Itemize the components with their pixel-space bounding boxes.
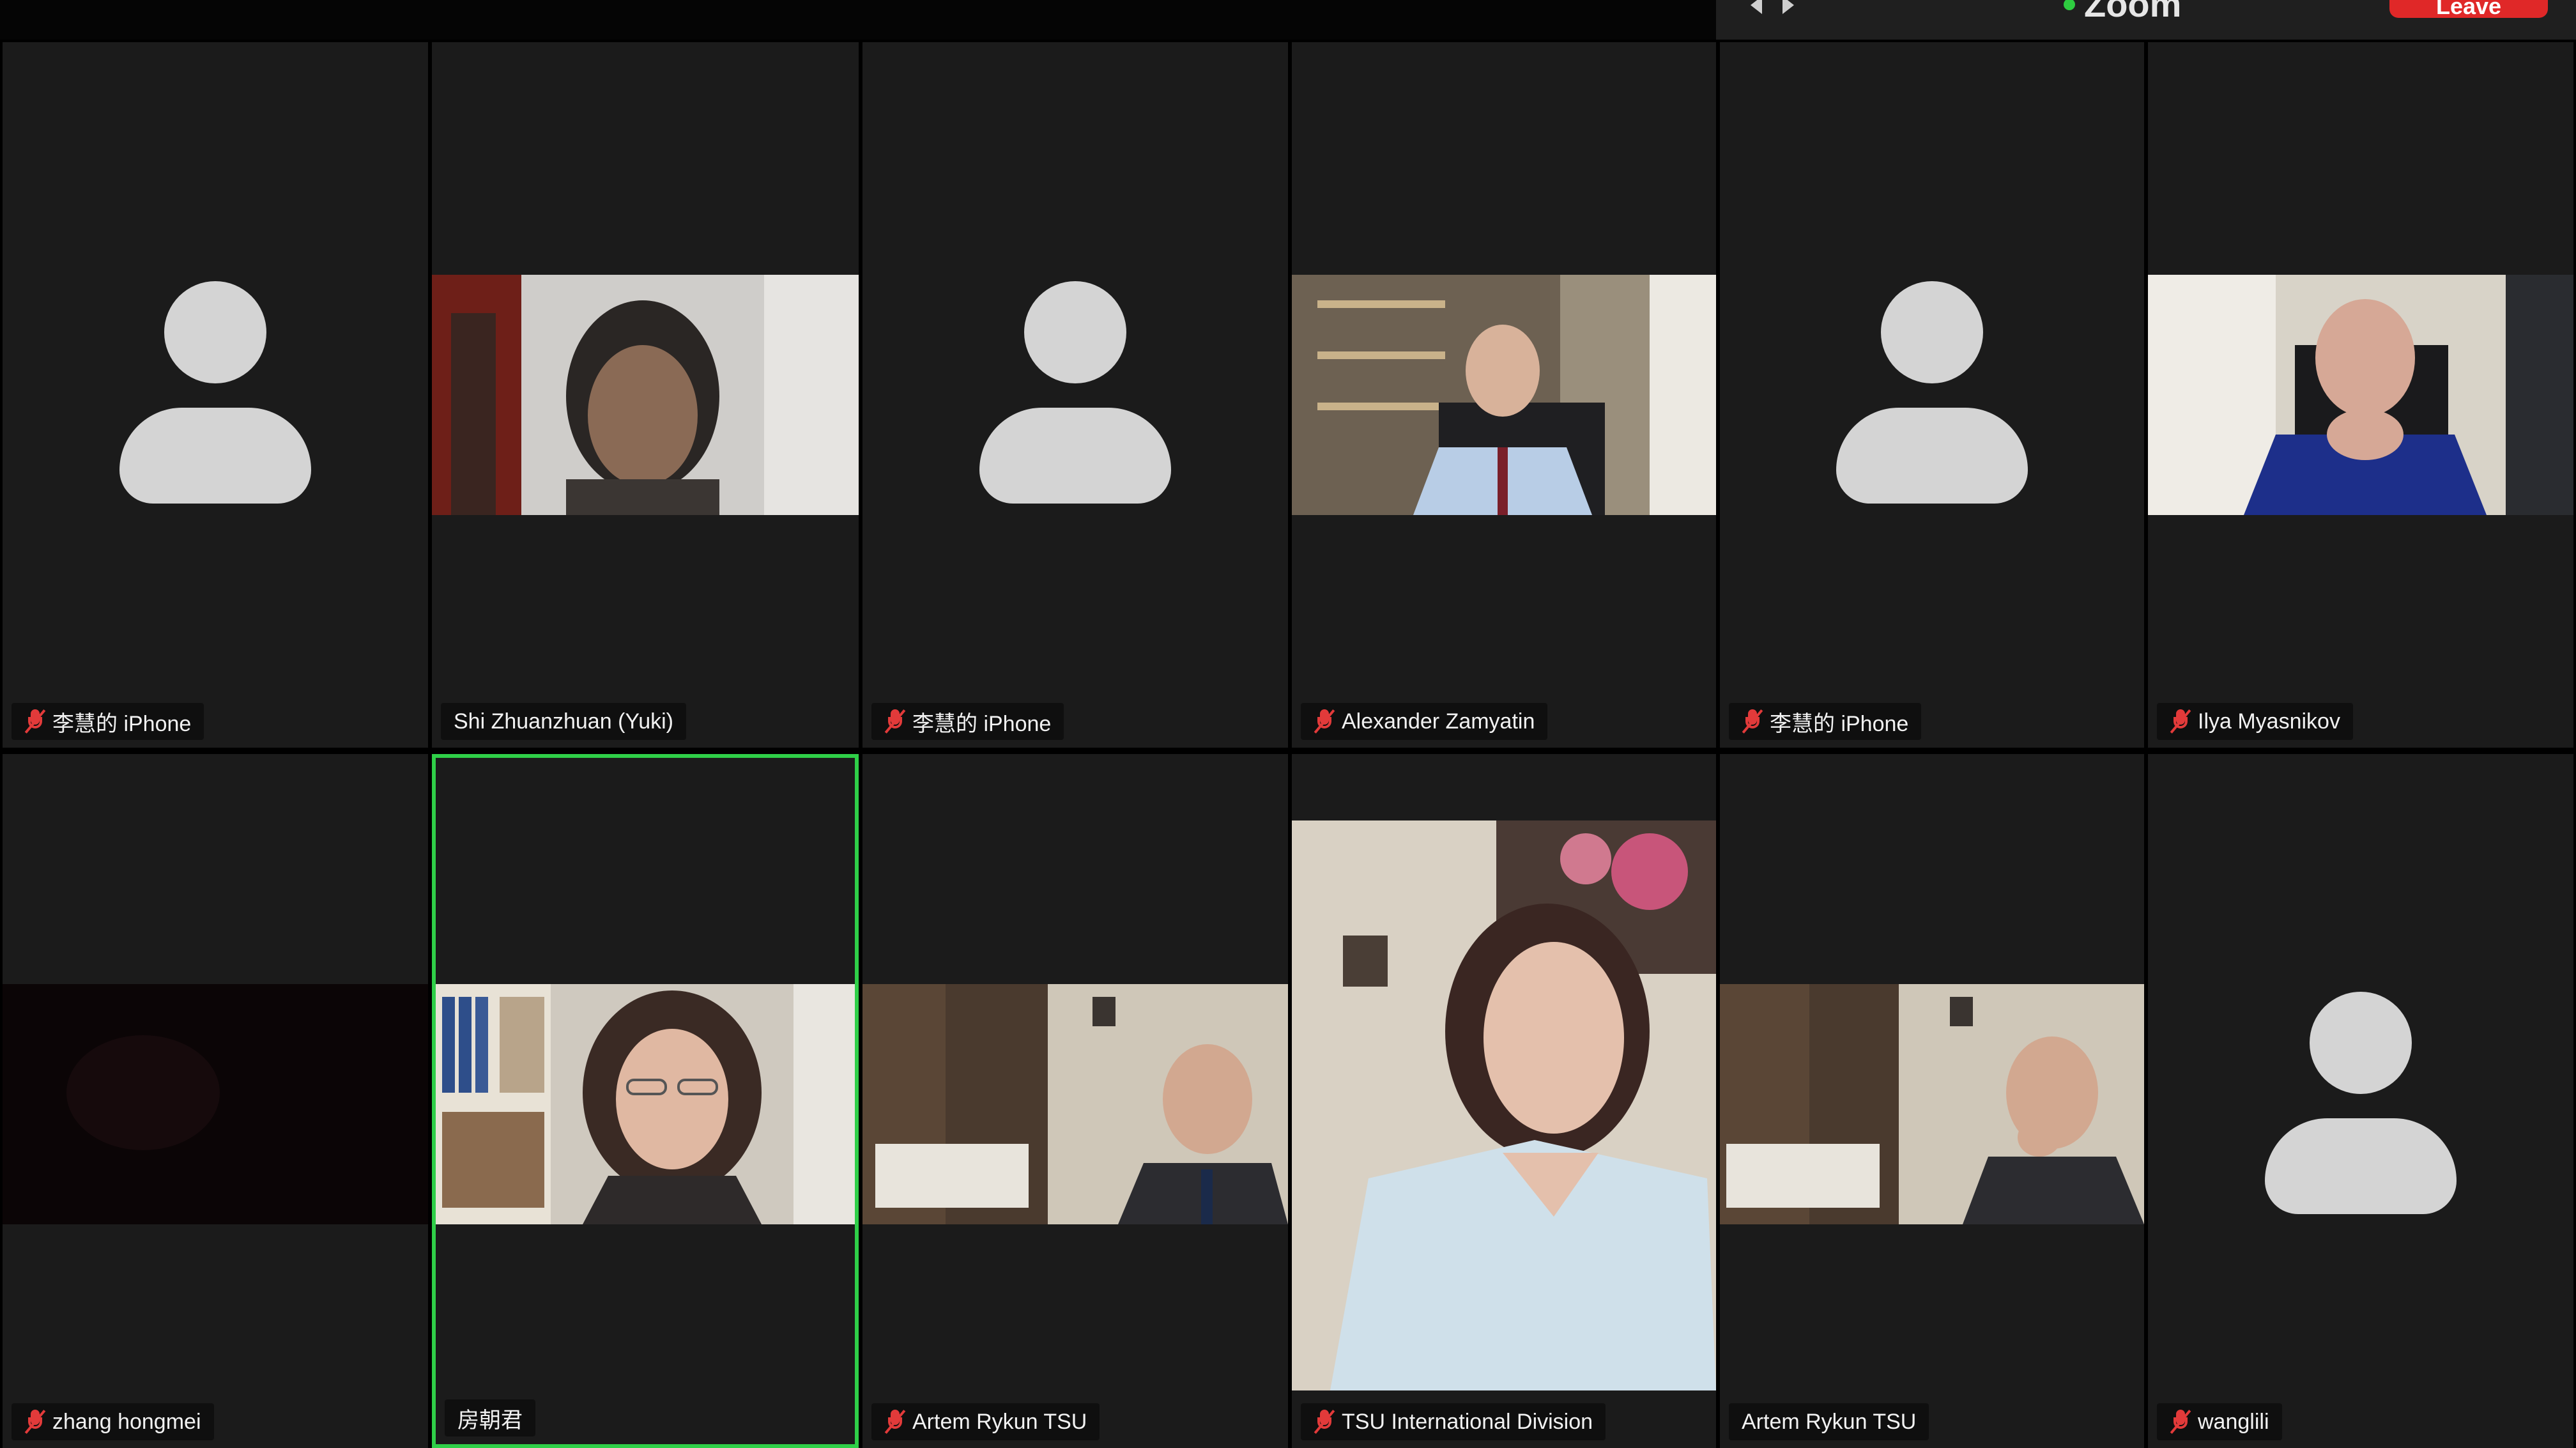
mic-muted-icon: [24, 1408, 46, 1435]
participant-name: Ilya Myasnikov: [2198, 709, 2340, 734]
participant-video: [1292, 820, 1716, 1390]
participant-tile[interactable]: TSU International Division: [1292, 754, 1716, 1448]
avatar-head: [164, 281, 266, 383]
participant-video: [1720, 984, 2144, 1224]
participant-name: 房朝君: [457, 1408, 523, 1433]
participant-nameplate: Artem Rykun TSU: [871, 1403, 1100, 1440]
app-title: Zoom: [2064, 0, 2181, 25]
participant-video: [862, 984, 1288, 1224]
avatar-placeholder-icon: [979, 281, 1171, 505]
participant-name: Artem Rykun TSU: [1742, 1409, 1917, 1434]
participant-tile[interactable]: Shi Zhuanzhuan (Yuki): [432, 42, 859, 748]
mic-muted-icon: [2170, 1408, 2191, 1435]
participant-video: [432, 275, 859, 515]
participant-nameplate: 李慧的 iPhone: [12, 703, 204, 740]
participant-name: TSU International Division: [1342, 1409, 1593, 1434]
participant-nameplate: 李慧的 iPhone: [871, 703, 1064, 740]
participant-tile[interactable]: Alexander Zamyatin: [1292, 42, 1716, 748]
gallery-grid: 李慧的 iPhone Shi Zhuanzhuan (Yuki) 李慧的 iPh…: [0, 40, 2576, 1448]
participant-name: wanglili: [2198, 1409, 2269, 1434]
leave-button[interactable]: Leave: [2389, 0, 2548, 19]
mic-muted-icon: [884, 1408, 906, 1435]
mic-muted-icon: [1314, 708, 1335, 735]
participant-video: [436, 984, 855, 1224]
next-page-icon[interactable]: [1782, 0, 1794, 14]
participant-tile[interactable]: 李慧的 iPhone: [3, 42, 428, 748]
participant-name: Artem Rykun TSU: [912, 1409, 1087, 1434]
avatar-head: [1881, 281, 1983, 383]
mic-muted-icon: [884, 708, 906, 735]
participant-name: 李慧的 iPhone: [912, 711, 1052, 736]
participant-nameplate: zhang hongmei: [12, 1403, 214, 1440]
participant-nameplate: 李慧的 iPhone: [1729, 703, 1922, 740]
avatar-head: [2310, 992, 2412, 1094]
participant-nameplate: Ilya Myasnikov: [2157, 703, 2353, 740]
mic-muted-icon: [1314, 1408, 1335, 1435]
participant-nameplate: Shi Zhuanzhuan (Yuki): [441, 703, 686, 740]
participant-tile[interactable]: Artem Rykun TSU: [1720, 754, 2144, 1448]
participant-nameplate: TSU International Division: [1301, 1403, 1606, 1440]
participant-nameplate: Artem Rykun TSU: [1729, 1403, 1929, 1440]
participant-tile[interactable]: wanglili: [2148, 754, 2573, 1448]
avatar-head: [1024, 281, 1126, 383]
participant-tile[interactable]: zhang hongmei: [3, 754, 428, 1448]
participant-name: Shi Zhuanzhuan (Yuki): [454, 709, 673, 734]
participant-name: zhang hongmei: [52, 1409, 201, 1434]
participant-nameplate: wanglili: [2157, 1403, 2282, 1440]
participant-video: [2148, 275, 2573, 515]
participant-name: 李慧的 iPhone: [1770, 711, 1909, 736]
avatar-body: [119, 408, 311, 504]
avatar-body: [1836, 408, 2028, 504]
participant-tile[interactable]: Artem Rykun TSU: [862, 754, 1288, 1448]
participant-tile[interactable]: 李慧的 iPhone: [1720, 42, 2144, 748]
status-dot-icon: [2064, 0, 2075, 10]
previous-page-icon[interactable]: [1751, 0, 1762, 14]
avatar-body: [2265, 1118, 2457, 1214]
participant-tile[interactable]: 李慧的 iPhone: [862, 42, 1288, 748]
participant-tile[interactable]: Ilya Myasnikov: [2148, 42, 2573, 748]
participant-name: Alexander Zamyatin: [1342, 709, 1535, 734]
avatar-body: [979, 408, 1171, 504]
participant-tile-active-speaker[interactable]: 房朝君: [432, 754, 859, 1448]
mic-muted-icon: [2170, 708, 2191, 735]
app-title-text: Zoom: [2084, 0, 2182, 24]
participant-video: [3, 984, 428, 1224]
participant-nameplate: Alexander Zamyatin: [1301, 703, 1548, 740]
participant-name: 李慧的 iPhone: [52, 711, 192, 736]
avatar-placeholder-icon: [119, 281, 311, 505]
avatar-placeholder-icon: [1836, 281, 2028, 505]
mic-muted-icon: [1742, 708, 1763, 735]
participant-video: [1292, 275, 1716, 515]
avatar-placeholder-icon: [2265, 992, 2457, 1215]
participant-nameplate: 房朝君: [445, 1399, 535, 1436]
mic-muted-icon: [24, 708, 46, 735]
